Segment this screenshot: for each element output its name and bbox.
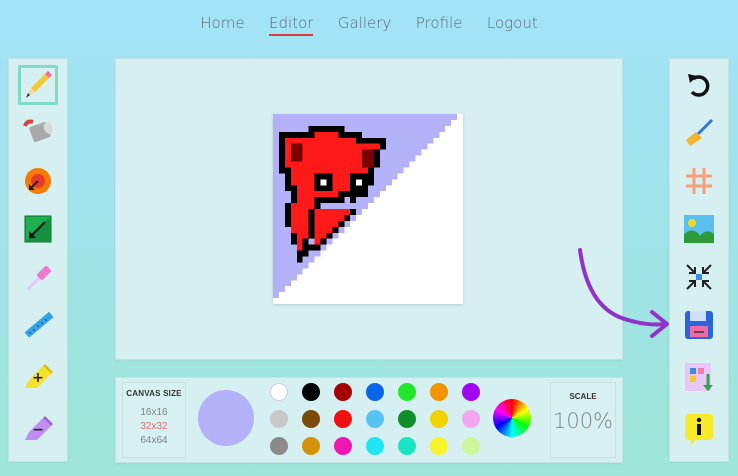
nav-editor[interactable]: Editor [269, 14, 314, 36]
canvas-size-16[interactable]: 16x16 [123, 407, 185, 418]
color-swatch[interactable] [366, 437, 384, 455]
top-nav: Home Editor Gallery Profile Logout [0, 14, 738, 36]
canvas-size-box: CANVAS SIZE 16x16 32x32 64x64 [122, 382, 186, 458]
color-swatch[interactable] [302, 383, 320, 401]
annotation-arrow [578, 248, 669, 338]
color-swatch[interactable] [302, 410, 320, 428]
nav-gallery[interactable]: Gallery [338, 14, 391, 32]
color-swatch[interactable] [398, 437, 416, 455]
info-button[interactable] [679, 409, 719, 449]
nav-home[interactable]: Home [200, 14, 244, 32]
image-import-icon [684, 215, 714, 243]
bottom-bar: CANVAS SIZE 16x16 32x32 64x64 SCALE 100% [115, 377, 623, 463]
color-swatch[interactable] [430, 383, 448, 401]
nav-logout[interactable]: Logout [487, 14, 538, 32]
eyedropper-tool-button[interactable] [18, 257, 58, 297]
save-floppy-icon [685, 311, 713, 339]
palette-swap-button[interactable] [679, 357, 719, 397]
color-swatch[interactable] [302, 437, 320, 455]
color-swatch[interactable] [398, 410, 416, 428]
import-image-button[interactable] [679, 209, 719, 249]
pencil-tool-button[interactable] [18, 65, 58, 105]
darken-tool-button[interactable]: − [18, 409, 58, 449]
info-icon [685, 414, 713, 445]
circle-tool-button[interactable] [18, 161, 58, 201]
ruler-line-icon [24, 311, 54, 338]
pixel-canvas[interactable] [273, 114, 463, 304]
svg-text:+: + [32, 370, 44, 386]
color-swatch[interactable] [462, 383, 480, 401]
undo-icon [688, 74, 710, 97]
canvas-size-64[interactable]: 64x64 [123, 435, 185, 446]
scale-value[interactable]: 100% [551, 409, 615, 433]
line-tool-button[interactable] [18, 305, 58, 345]
darken-minus-icon: − [25, 416, 53, 440]
scale-box: SCALE 100% [550, 382, 616, 458]
scale-title: SCALE [569, 392, 597, 401]
grid-toggle-button[interactable] [679, 161, 719, 201]
rectangle-tool-button[interactable] [18, 209, 58, 249]
color-swatch[interactable] [366, 410, 384, 428]
circle-tool-icon [25, 168, 51, 194]
color-swatch[interactable] [366, 383, 384, 401]
nav-profile[interactable]: Profile [416, 14, 463, 32]
canvas-size-32[interactable]: 32x32 [123, 421, 185, 432]
paint-bucket-icon [23, 119, 53, 143]
color-swatch[interactable] [462, 410, 480, 428]
eyedropper-icon [27, 266, 51, 290]
svg-text:−: − [32, 422, 44, 438]
canvas-size-title: CANVAS SIZE [126, 389, 182, 398]
color-swatch[interactable] [334, 437, 352, 455]
fill-tool-button[interactable] [18, 113, 58, 153]
color-swatch[interactable] [398, 383, 416, 401]
lighten-tool-button[interactable]: + [18, 357, 58, 397]
pencil-icon [26, 71, 52, 98]
color-swatch[interactable] [430, 437, 448, 455]
compress-button[interactable] [679, 257, 719, 297]
save-button[interactable] [679, 305, 719, 345]
drawing-area [115, 58, 623, 360]
clear-button[interactable] [679, 113, 719, 153]
lighten-plus-icon: + [25, 364, 53, 388]
color-swatch[interactable] [334, 410, 352, 428]
color-swatch[interactable] [270, 437, 288, 455]
color-swatch[interactable] [334, 383, 352, 401]
current-color-swatch[interactable] [198, 390, 254, 446]
left-toolbar: + − [8, 58, 68, 462]
color-swatch[interactable] [462, 437, 480, 455]
color-swatch[interactable] [270, 410, 288, 428]
compress-icon [686, 264, 712, 290]
color-swatch[interactable] [270, 383, 288, 401]
undo-button[interactable] [679, 65, 719, 105]
grid-icon [686, 168, 712, 194]
broom-clear-icon [686, 118, 714, 146]
color-wheel-icon[interactable] [493, 399, 531, 437]
rectangle-tool-icon [24, 215, 52, 243]
color-swatch[interactable] [430, 410, 448, 428]
palette-swap-icon [685, 363, 713, 391]
